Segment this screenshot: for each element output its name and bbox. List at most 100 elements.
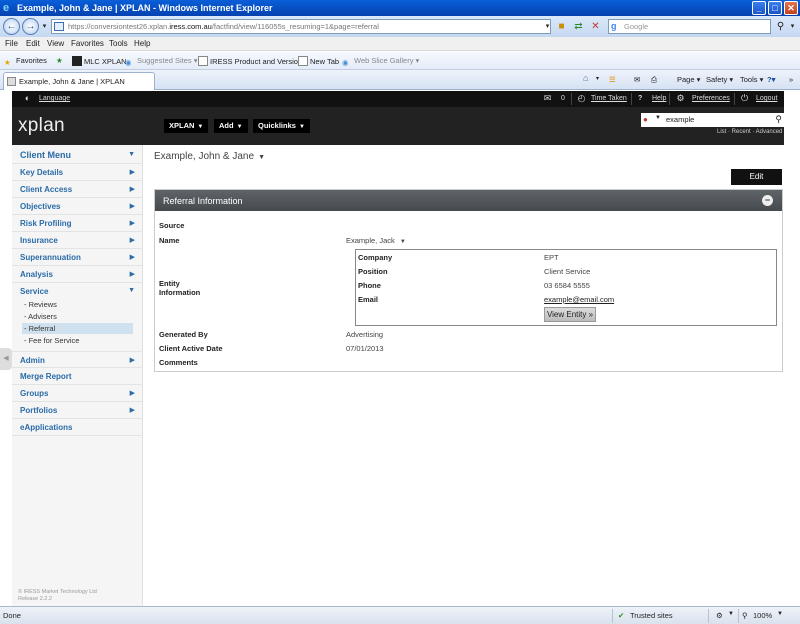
- add-menu[interactable]: Add ▼: [214, 119, 248, 133]
- help-link[interactable]: Help: [652, 95, 666, 102]
- sidebar-item-eapplications[interactable]: eApplications: [12, 419, 143, 436]
- company-value: EPT: [544, 253, 559, 262]
- client-menu-header[interactable]: Client Menu ▼: [12, 147, 143, 164]
- mail-icon[interactable]: ✉: [542, 93, 553, 104]
- protected-dropdown-icon[interactable]: ▼: [728, 611, 734, 617]
- minimize-icon[interactable]: _: [752, 1, 766, 15]
- language-link[interactable]: Language: [39, 95, 70, 102]
- email-link[interactable]: example@email.com: [544, 295, 614, 304]
- client-search-input[interactable]: ● ▼ example ⚲: [641, 113, 784, 127]
- web-slice-icon: ◉: [342, 58, 349, 67]
- zoom-level[interactable]: 100%: [753, 611, 772, 620]
- sidebar-toggle-handle[interactable]: ◀: [0, 348, 12, 370]
- maximize-icon[interactable]: □: [768, 1, 782, 15]
- sidebar-item-groups[interactable]: Groups ▶: [12, 385, 143, 402]
- edit-button[interactable]: Edit: [731, 169, 782, 185]
- sidebar-item-portfolios[interactable]: Portfolios ▶: [12, 402, 143, 419]
- sidebar-item-admin[interactable]: Admin ▶: [12, 351, 143, 368]
- stop-icon[interactable]: ✕: [589, 20, 602, 33]
- sidebar-item-client-access[interactable]: Client Access ▶: [12, 181, 143, 198]
- sidebar-item-service[interactable]: Service ▼: [12, 283, 143, 300]
- google-icon: g: [611, 21, 617, 31]
- search-options-icon[interactable]: ▾: [786, 20, 799, 33]
- lock-icon[interactable]: ■: [555, 20, 568, 33]
- menu-file[interactable]: File: [5, 39, 18, 48]
- menu-favorites[interactable]: Favorites: [71, 39, 104, 48]
- mail-count[interactable]: 0: [561, 95, 565, 102]
- fav-mlc-xplan[interactable]: MLC XPLAN: [72, 56, 127, 66]
- menu-bar: File Edit View Favorites Tools Help: [0, 37, 800, 51]
- person-icon[interactable]: ●: [643, 115, 653, 125]
- quicklinks-menu[interactable]: Quicklinks ▼: [253, 119, 310, 133]
- compatibility-icon[interactable]: ⇄: [572, 20, 585, 33]
- close-icon[interactable]: ✕: [784, 1, 798, 15]
- protected-mode-icon[interactable]: ⚙: [716, 611, 723, 620]
- chevron-right-icon: ▶: [129, 237, 135, 244]
- sidebar-item-objectives[interactable]: Objectives ▶: [12, 198, 143, 215]
- search-links[interactable]: List · Recent · Advanced: [717, 129, 782, 135]
- comments-label: Comments: [159, 358, 198, 367]
- fav-iress-product[interactable]: IRESS Product and Versions: [198, 56, 306, 66]
- zoom-dropdown-icon[interactable]: ▼: [777, 611, 783, 617]
- sidebar-item-insurance[interactable]: Insurance ▶: [12, 232, 143, 249]
- sidebar-item-key-details[interactable]: Key Details ▶: [12, 164, 143, 181]
- sidebar-sub-advisers[interactable]: - Advisers: [22, 311, 133, 322]
- search-type-dropdown-icon[interactable]: ▼: [655, 115, 661, 121]
- preferences-link[interactable]: Preferences: [692, 95, 730, 102]
- menu-view[interactable]: View: [47, 39, 64, 48]
- client-active-date-label: Client Active Date: [159, 344, 223, 353]
- page-menu[interactable]: Page ▾: [677, 75, 700, 84]
- history-dropdown-icon[interactable]: ▾: [38, 20, 51, 33]
- menu-tools[interactable]: Tools: [109, 39, 128, 48]
- forward-icon[interactable]: →: [22, 18, 39, 35]
- client-name-dropdown[interactable]: Example, John & Jane ▼: [154, 151, 265, 162]
- security-zone[interactable]: Trusted sites: [630, 611, 673, 620]
- sidebar-item-superannuation[interactable]: Superannuation ▶: [12, 249, 143, 266]
- favorites-button[interactable]: ★ Favorites: [4, 56, 47, 68]
- address-dropdown-icon[interactable]: ▾: [541, 20, 554, 33]
- entity-information-box: Company EPT Position Client Service Phon…: [355, 249, 777, 326]
- search-input[interactable]: g Google: [608, 19, 771, 34]
- fav-web-slice-gallery[interactable]: ◉ Web Slice Gallery ▾: [342, 56, 419, 68]
- window-title: Example, John & Jane | XPLAN - Windows I…: [17, 3, 273, 13]
- add-favorite-icon[interactable]: ★: [56, 56, 63, 65]
- sidebar-sub-referral[interactable]: - Referral: [22, 323, 133, 334]
- sidebar-item-merge-report[interactable]: Merge Report: [12, 368, 143, 385]
- more-icon[interactable]: »: [789, 75, 793, 84]
- status-text: Done: [3, 611, 21, 620]
- company-label: Company: [358, 253, 393, 262]
- page-icon: [54, 22, 64, 31]
- time-taken-link[interactable]: Time Taken: [591, 95, 627, 102]
- sidebar-item-analysis[interactable]: Analysis ▶: [12, 266, 143, 283]
- fav-new-tab[interactable]: New Tab: [298, 56, 339, 66]
- mail-icon[interactable]: ✉: [634, 75, 640, 84]
- help-icon[interactable]: ?▾: [767, 75, 775, 84]
- chevron-right-icon: ▶: [129, 271, 135, 278]
- help-icon[interactable]: ?: [638, 95, 642, 102]
- tools-menu[interactable]: Tools ▾: [740, 75, 763, 84]
- safety-menu[interactable]: Safety ▾: [706, 75, 733, 84]
- back-icon[interactable]: ←: [3, 18, 20, 35]
- menu-edit[interactable]: Edit: [26, 39, 40, 48]
- fav-suggested-sites[interactable]: ◉ Suggested Sites ▾: [125, 56, 197, 68]
- logout-link[interactable]: Logout: [756, 95, 777, 102]
- sidebar-sub-fee-for-service[interactable]: - Fee for Service: [22, 335, 133, 346]
- zoom-icon[interactable]: ⚲: [742, 611, 748, 620]
- menu-help[interactable]: Help: [134, 39, 150, 48]
- view-entity-button[interactable]: View Entity »: [544, 307, 596, 322]
- sidebar-sub-reviews[interactable]: - Reviews: [22, 299, 133, 310]
- name-value-dropdown[interactable]: Example, Jack ▼: [346, 236, 406, 245]
- print-icon[interactable]: ⎙: [651, 75, 657, 85]
- xplan-menu[interactable]: XPLAN ▼: [164, 119, 209, 133]
- sidebar-item-risk-profiling[interactable]: Risk Profiling ▶: [12, 215, 143, 232]
- caret-down-icon: ▼: [197, 124, 204, 130]
- page-icon: [298, 56, 308, 66]
- search-icon[interactable]: ⚲: [775, 114, 782, 125]
- home-icon[interactable]: ⌂: [583, 73, 588, 83]
- address-input[interactable]: https://conversiontest26.xplan.iress.com…: [51, 19, 551, 34]
- tab-xplan[interactable]: Example, John & Jane | XPLAN: [3, 72, 155, 90]
- home-dropdown-icon[interactable]: ▾: [596, 75, 599, 82]
- feeds-icon[interactable]: ☰: [609, 75, 616, 84]
- phone-label: Phone: [358, 281, 381, 290]
- collapse-icon[interactable]: −: [762, 195, 773, 206]
